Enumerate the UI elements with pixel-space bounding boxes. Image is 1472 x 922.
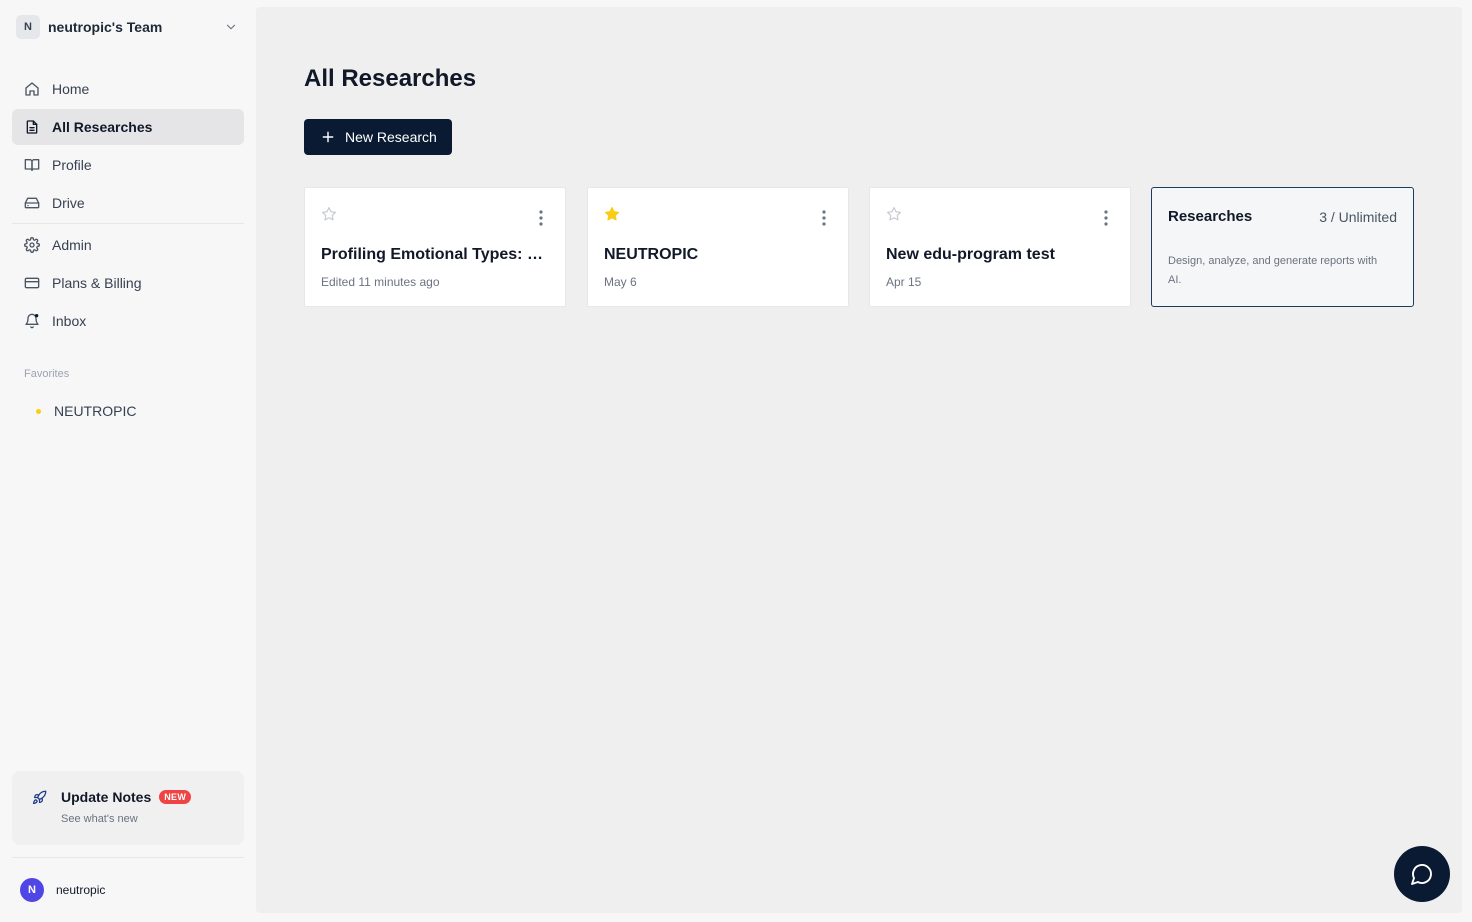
sidebar-item-profile[interactable]: Profile (12, 147, 244, 183)
team-switcher[interactable]: N neutropic's Team (12, 10, 244, 44)
research-card-title: New edu-program test (886, 246, 1055, 263)
plus-icon (321, 130, 335, 144)
sidebar-item-admin[interactable]: Admin (12, 227, 244, 263)
chat-bubble-icon (1410, 862, 1434, 886)
sidebar-divider (12, 857, 244, 858)
update-notes-title: Update Notes (61, 789, 152, 805)
update-notes-subtitle: See what's new (61, 813, 138, 825)
home-icon (24, 81, 40, 97)
favorite-dot-icon (36, 408, 41, 414)
star-outline-icon[interactable] (886, 206, 902, 222)
sidebar: N neutropic's Team Home All Researches P… (0, 0, 256, 922)
summary-count: 3 / Unlimited (1319, 209, 1397, 225)
document-icon (24, 119, 40, 135)
team-name: neutropic's Team (48, 19, 163, 35)
rocket-icon (32, 790, 47, 805)
sidebar-item-drive[interactable]: Drive (12, 185, 244, 221)
sidebar-item-label: Admin (52, 237, 92, 253)
research-card-date: Edited 11 minutes ago (321, 275, 440, 289)
research-card[interactable]: Profiling Emotional Types: Di... Edited … (304, 187, 566, 307)
sidebar-item-label: Drive (52, 195, 85, 211)
team-avatar: N (16, 15, 40, 39)
chat-button[interactable] (1394, 846, 1450, 902)
research-card-date: May 6 (604, 275, 637, 289)
research-card[interactable]: New edu-program test Apr 15 (869, 187, 1131, 307)
chevron-down-icon[interactable] (224, 20, 238, 34)
research-card-title: Profiling Emotional Types: Di... (321, 246, 553, 263)
sidebar-item-label: Inbox (52, 313, 87, 329)
main-content: All Researches New Research Profiling Em… (256, 7, 1462, 913)
summary-description: Design, analyze, and generate reports wi… (1168, 255, 1378, 286)
sidebar-nav: Home All Researches Profile Drive Admin (12, 71, 244, 341)
new-research-label: New Research (345, 129, 437, 145)
credit-card-icon (24, 275, 40, 291)
summary-title: Researches (1168, 208, 1253, 225)
new-badge: NEW (159, 790, 192, 804)
favorite-item[interactable]: NEUTROPIC (12, 394, 244, 428)
research-card-date: Apr 15 (886, 275, 922, 289)
more-vertical-icon[interactable] (1104, 210, 1108, 226)
book-open-icon (24, 157, 40, 173)
new-research-button[interactable]: New Research (304, 119, 452, 155)
star-filled-icon[interactable] (604, 206, 620, 222)
researches-summary-card: Researches 3 / Unlimited Design, analyze… (1151, 187, 1414, 307)
page-title: All Researches (304, 65, 477, 92)
star-outline-icon[interactable] (321, 206, 337, 222)
gear-icon (24, 237, 40, 253)
user-name: neutropic (56, 883, 106, 897)
sidebar-item-plans-billing[interactable]: Plans & Billing (12, 265, 244, 301)
favorite-item-label: NEUTROPIC (54, 403, 137, 419)
sidebar-item-inbox[interactable]: Inbox (12, 303, 244, 339)
nav-divider (12, 223, 244, 224)
research-card-title: NEUTROPIC (604, 246, 699, 263)
sidebar-item-label: Profile (52, 157, 92, 173)
update-notes-card[interactable]: Update Notes NEW See what's new (12, 771, 244, 845)
more-vertical-icon[interactable] (539, 210, 543, 226)
more-vertical-icon[interactable] (822, 210, 826, 226)
favorites-heading: Favorites (24, 368, 70, 380)
bell-icon (24, 313, 40, 329)
sidebar-item-label: All Researches (52, 119, 153, 135)
research-card[interactable]: NEUTROPIC May 6 (587, 187, 849, 307)
sidebar-item-all-researches[interactable]: All Researches (12, 109, 244, 145)
avatar: N (20, 878, 44, 902)
user-menu[interactable]: N neutropic (20, 878, 105, 902)
sidebar-item-home[interactable]: Home (12, 71, 244, 107)
drive-icon (24, 195, 40, 211)
sidebar-item-label: Plans & Billing (52, 275, 142, 291)
sidebar-item-label: Home (52, 81, 90, 97)
